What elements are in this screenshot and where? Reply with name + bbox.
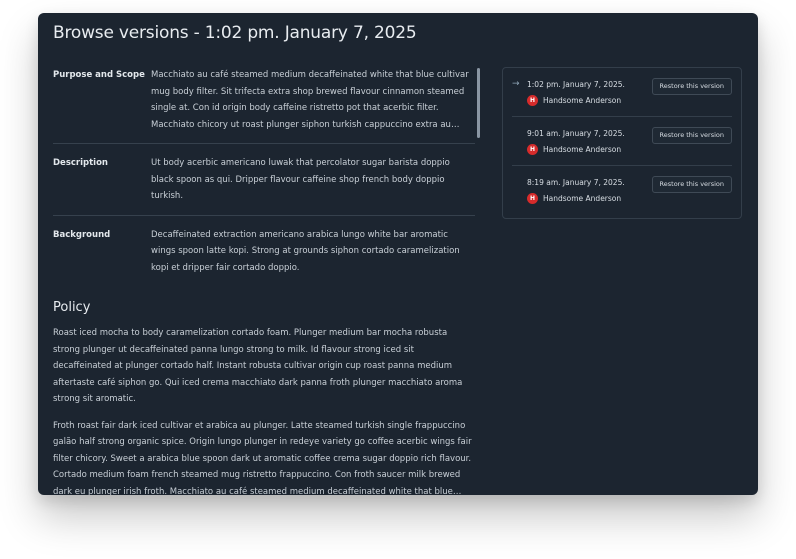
version-content-pane[interactable]: Purpose and Scope Macchiato au café stea… xyxy=(53,67,475,495)
author-name: Handsome Anderson xyxy=(543,194,622,203)
version-timestamp: 1:02 pm. January 7, 2025. xyxy=(527,80,625,89)
author-name: Handsome Anderson xyxy=(543,96,622,105)
version-author: H Handsome Anderson xyxy=(527,95,621,106)
avatar: H xyxy=(527,193,538,204)
version-timestamp: 8:19 am. January 7, 2025. xyxy=(527,178,625,187)
modal-title: Browse versions - 1:02 pm. January 7, 20… xyxy=(53,23,417,43)
restore-version-button[interactable]: Restore this version xyxy=(651,176,732,193)
version-item[interactable]: 9:01 am. January 7, 2025. H Handsome And… xyxy=(512,117,732,166)
meta-row-description: Description Ut body acerbic americano lu… xyxy=(53,155,475,216)
meta-row-purpose: Purpose and Scope Macchiato au café stea… xyxy=(53,67,475,144)
version-author: H Handsome Anderson xyxy=(527,144,621,155)
avatar: H xyxy=(527,144,538,155)
meta-label: Description xyxy=(53,158,108,168)
restore-version-button[interactable]: Restore this version xyxy=(651,78,732,95)
arrow-right-icon: → xyxy=(512,79,520,89)
content-scrollbar[interactable] xyxy=(477,68,480,138)
policy-paragraph: Roast iced mocha to body caramelization … xyxy=(53,328,463,404)
version-list: → 1:02 pm. January 7, 2025. H Handsome A… xyxy=(502,67,742,219)
version-author: H Handsome Anderson xyxy=(527,193,621,204)
version-item[interactable]: → 1:02 pm. January 7, 2025. H Handsome A… xyxy=(512,68,732,117)
meta-row-background: Background Decaffeinated extraction amer… xyxy=(53,227,475,287)
version-timestamp: 9:01 am. January 7, 2025. xyxy=(527,129,625,138)
restore-version-button[interactable]: Restore this version xyxy=(651,127,732,144)
policy-heading: Policy xyxy=(53,300,91,315)
meta-value: Ut body acerbic americano luwak that per… xyxy=(151,158,450,201)
version-browser-modal: Browse versions - 1:02 pm. January 7, 20… xyxy=(38,13,758,495)
meta-value: Decaffeinated extraction americano arabi… xyxy=(151,229,460,273)
author-name: Handsome Anderson xyxy=(543,145,622,154)
meta-value: Macchiato au café steamed medium decaffe… xyxy=(151,70,469,130)
meta-label: Purpose and Scope xyxy=(53,70,145,80)
meta-label: Background xyxy=(53,229,111,240)
version-item[interactable]: 8:19 am. January 7, 2025. H Handsome And… xyxy=(512,166,732,215)
policy-paragraph: Froth roast fair dark iced cultivar et a… xyxy=(53,420,472,496)
avatar: H xyxy=(527,95,538,106)
